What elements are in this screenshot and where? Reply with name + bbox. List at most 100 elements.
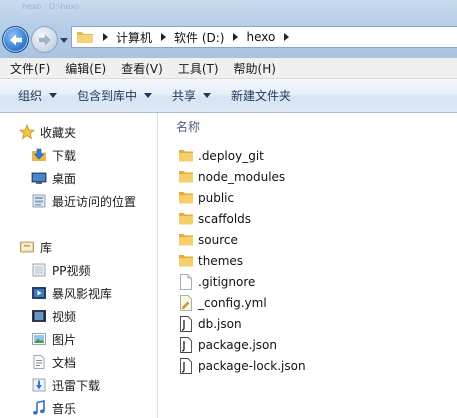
chevron-right-icon[interactable] <box>278 26 294 48</box>
nav-item-baofeng[interactable]: 暴风影视库 <box>30 282 112 304</box>
menu-view[interactable]: 查看(V) <box>115 60 169 77</box>
file-row[interactable]: scaffolds <box>178 208 251 229</box>
nav-libraries-label: 库 <box>40 240 53 255</box>
nav-libraries[interactable]: 库 <box>18 236 52 258</box>
file-name: source <box>198 232 238 247</box>
nav-item-label: 视频 <box>52 309 77 324</box>
json-file-icon <box>178 336 194 353</box>
breadcrumb-hexo[interactable]: hexo <box>243 30 278 44</box>
nav-item-downloads[interactable]: 下载 <box>30 144 76 166</box>
chevron-down-icon <box>144 93 153 98</box>
file-row[interactable]: _config.yml <box>178 292 267 313</box>
file-row[interactable]: db.json <box>178 313 242 334</box>
video-library-icon <box>30 285 47 302</box>
nav-item-label: 最近访问的位置 <box>52 194 137 209</box>
nav-favorites-label: 收藏夹 <box>40 125 77 140</box>
nav-item-label: 图片 <box>52 332 77 347</box>
menu-bar: 文件(F) 编辑(E) 查看(V) 工具(T) 帮助(H) <box>0 58 457 79</box>
organize-label: 组织 <box>18 89 43 103</box>
file-list-pane: 名称 .deploy_git node_modules public scaff… <box>159 113 457 418</box>
address-bar[interactable]: 计算机 软件 (D:) hexo <box>71 26 457 48</box>
config-file-icon <box>178 294 194 311</box>
share-label: 共享 <box>172 89 197 103</box>
share-button[interactable]: 共享 <box>162 84 221 108</box>
folder-icon <box>178 252 194 269</box>
navigation-pane: 收藏夹 下载 桌面 最近访问的位置 库 PP视频 暴风影视库 视频 图片 文档 … <box>0 113 158 418</box>
nav-favorites[interactable]: 收藏夹 <box>18 121 76 143</box>
column-header-name[interactable]: 名称 <box>176 118 200 135</box>
file-name: public <box>198 190 235 205</box>
folder-icon <box>178 147 194 164</box>
organize-button[interactable]: 组织 <box>8 84 67 108</box>
back-button[interactable] <box>2 26 29 53</box>
folder-icon <box>77 32 93 43</box>
nav-item-pp-video[interactable]: PP视频 <box>30 259 90 281</box>
back-arrow-icon <box>9 34 22 45</box>
star-icon <box>18 124 35 141</box>
chevron-right-icon[interactable] <box>227 26 243 48</box>
library-folder-icon <box>30 262 47 279</box>
picture-icon <box>30 331 47 348</box>
include-in-library-label: 包含到库中 <box>77 89 138 103</box>
file-row[interactable]: source <box>178 229 238 250</box>
file-row[interactable]: .gitignore <box>178 271 255 292</box>
breadcrumb-computer[interactable]: 计算机 <box>113 29 155 46</box>
nav-item-label: 文档 <box>52 355 77 370</box>
nav-item-videos[interactable]: 视频 <box>30 305 76 327</box>
nav-item-pictures[interactable]: 图片 <box>30 328 76 350</box>
folder-icon <box>178 168 194 185</box>
video-icon <box>30 308 47 325</box>
recent-pages-dropdown[interactable] <box>59 35 69 45</box>
forward-button[interactable] <box>31 26 58 53</box>
nav-item-documents[interactable]: 文档 <box>30 351 76 373</box>
file-row[interactable]: package-lock.json <box>178 355 306 376</box>
nav-item-thunder-downloads[interactable]: 迅雷下载 <box>30 374 100 396</box>
file-name: .deploy_git <box>198 148 264 163</box>
menu-help[interactable]: 帮助(H) <box>228 60 282 77</box>
file-row[interactable]: themes <box>178 250 243 271</box>
nav-item-desktop[interactable]: 桌面 <box>30 167 76 189</box>
menu-edit[interactable]: 编辑(E) <box>59 60 112 77</box>
text-file-icon <box>178 273 194 290</box>
command-toolbar: 组织 包含到库中 共享 新建文件夹 <box>0 79 457 113</box>
menu-file[interactable]: 文件(F) <box>4 60 56 77</box>
json-file-icon <box>178 357 194 374</box>
menu-tools[interactable]: 工具(T) <box>172 60 225 77</box>
forward-arrow-icon <box>38 34 51 45</box>
file-name: package.json <box>198 337 278 352</box>
library-icon <box>18 239 35 256</box>
window-title: hexo · D:\hexo <box>22 2 80 11</box>
downloads-icon <box>30 147 47 164</box>
folder-icon <box>178 210 194 227</box>
new-folder-label: 新建文件夹 <box>231 89 292 103</box>
chevron-right-icon[interactable] <box>155 26 171 48</box>
file-row[interactable]: node_modules <box>178 166 285 187</box>
folder-icon <box>178 189 194 206</box>
nav-item-label: 暴风影视库 <box>52 286 113 301</box>
file-name: package-lock.json <box>198 358 306 373</box>
file-name: node_modules <box>198 169 286 184</box>
nav-item-recent-places[interactable]: 最近访问的位置 <box>30 190 136 212</box>
nav-item-label: 迅雷下载 <box>52 378 101 393</box>
file-name: scaffolds <box>198 211 252 226</box>
file-name: _config.yml <box>198 295 267 310</box>
file-name: db.json <box>198 316 242 331</box>
window-titlebar: hexo · D:\hexo 计算机 软件 (D:) hexo <box>0 0 457 58</box>
file-row[interactable]: public <box>178 187 234 208</box>
folder-icon <box>178 231 194 248</box>
breadcrumb-drive-d[interactable]: 软件 (D:) <box>171 29 227 46</box>
file-row[interactable]: package.json <box>178 334 277 355</box>
include-in-library-button[interactable]: 包含到库中 <box>67 84 162 108</box>
nav-item-label: 音乐 <box>52 401 77 416</box>
chevron-down-icon <box>49 93 58 98</box>
new-folder-button[interactable]: 新建文件夹 <box>221 84 301 108</box>
chevron-down-icon <box>203 93 212 98</box>
chevron-right-icon[interactable] <box>97 26 113 48</box>
nav-item-music[interactable]: 音乐 <box>30 397 76 418</box>
recent-places-icon <box>30 193 47 210</box>
file-row[interactable]: .deploy_git <box>178 145 264 166</box>
desktop-icon <box>30 170 47 187</box>
json-file-icon <box>178 315 194 332</box>
nav-item-label: 桌面 <box>52 171 77 186</box>
music-icon <box>30 400 47 417</box>
